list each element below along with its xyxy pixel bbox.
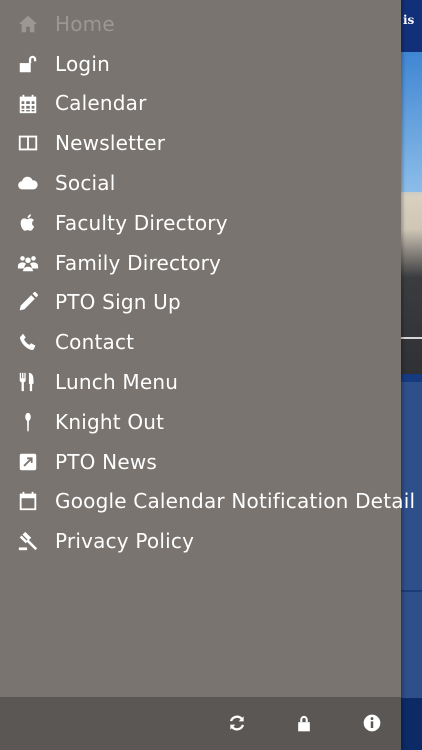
pencil-icon	[0, 282, 55, 322]
menu-item-pto-sign-up[interactable]: PTO Sign Up	[0, 283, 401, 323]
phone-icon	[0, 322, 55, 362]
navigation-drawer: Home Login Calendar Newsletter Social Fa…	[0, 0, 415, 750]
group-icon	[0, 243, 55, 283]
menu-item-google-calendar-notification-detail[interactable]: Google Calendar Notification Detail	[0, 481, 415, 522]
menu-item-label: PTO Sign Up	[55, 290, 181, 315]
menu-item-faculty-directory[interactable]: Faculty Directory	[0, 203, 401, 243]
menu-item-label: Calendar	[55, 91, 147, 116]
menu-item-login[interactable]: Login	[0, 44, 401, 84]
background-content	[401, 374, 422, 750]
calendar-grid-icon	[0, 84, 55, 124]
menu-item-label: Contact	[55, 330, 135, 355]
columns-icon	[0, 123, 55, 163]
cloud-icon	[0, 163, 55, 203]
menu-item-calendar[interactable]: Calendar	[0, 84, 401, 124]
menu-item-home[interactable]: Home	[0, 4, 401, 44]
menu-item-pto-news[interactable]: PTO News	[0, 442, 401, 482]
apple-icon	[0, 203, 55, 243]
external-link-icon	[0, 442, 55, 482]
menu-item-label: Google Calendar Notification Detail	[55, 489, 416, 514]
menu-item-label: Social	[55, 171, 116, 196]
menu-item-family-directory[interactable]: Family Directory	[0, 243, 401, 283]
menu-item-label: Faculty Directory	[55, 210, 228, 235]
drawer-footer	[0, 697, 401, 750]
menu-item-lunch-menu[interactable]: Lunch Menu	[0, 362, 401, 402]
refresh-button[interactable]	[222, 709, 252, 737]
home-icon	[0, 4, 55, 44]
menu-item-newsletter[interactable]: Newsletter	[0, 123, 401, 163]
menu-item-knight-out[interactable]: Knight Out	[0, 402, 401, 442]
menu-item-social[interactable]: Social	[0, 163, 401, 203]
menu-item-label: Home	[55, 11, 115, 36]
info-icon	[363, 714, 381, 732]
menu-item-label: Lunch Menu	[55, 370, 179, 395]
background-photo	[401, 52, 422, 374]
menu-item-label: Privacy Policy	[55, 529, 195, 554]
lock-icon	[298, 715, 310, 732]
gavel-icon	[0, 521, 55, 561]
menu-item-label: Newsletter	[55, 131, 166, 156]
unlock-icon	[0, 44, 55, 84]
spoon-icon	[0, 402, 55, 442]
refresh-icon	[229, 715, 245, 731]
menu-item-label: Family Directory	[55, 250, 222, 275]
background-bottom-bar	[401, 698, 422, 750]
calendar-icon	[0, 481, 55, 521]
drawer-menu: Home Login Calendar Newsletter Social Fa…	[0, 4, 415, 561]
menu-item-label: Knight Out	[55, 409, 165, 434]
background-header-text: is	[403, 13, 415, 27]
menu-item-privacy-policy[interactable]: Privacy Policy	[0, 521, 401, 561]
cutlery-icon	[0, 362, 55, 402]
menu-item-label: Login	[55, 51, 110, 76]
info-button[interactable]	[357, 709, 387, 737]
menu-item-contact[interactable]: Contact	[0, 322, 401, 362]
menu-item-label: PTO News	[55, 449, 158, 474]
lock-button[interactable]	[289, 709, 319, 737]
